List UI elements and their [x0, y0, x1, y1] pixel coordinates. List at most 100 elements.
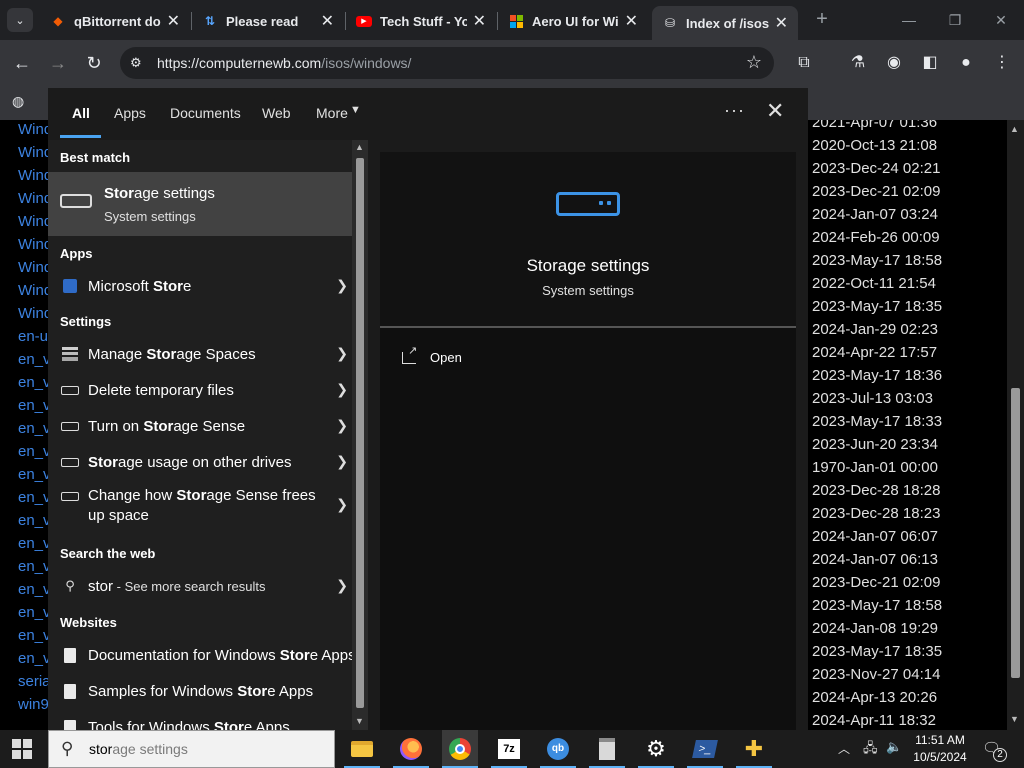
filter-documents[interactable]: Documents	[170, 105, 241, 121]
globe-bookmark-icon[interactable]: ◍	[12, 93, 24, 110]
file-link[interactable]: en_v	[18, 601, 48, 624]
file-link[interactable]: en_v	[18, 486, 48, 509]
chevron-right-icon[interactable]: ❯	[336, 345, 348, 362]
minimize-button[interactable]: —	[894, 8, 924, 32]
tab-qbittorrent[interactable]: ◆ qBittorrent do ✕	[40, 6, 190, 36]
result-website-samples[interactable]: Samples for Windows Store Apps	[48, 673, 352, 709]
start-button[interactable]	[12, 739, 32, 759]
filter-apps[interactable]: Apps	[114, 105, 146, 121]
best-match-item[interactable]: Storage settings System settings	[48, 172, 352, 236]
volume-icon[interactable]: 🔈	[886, 739, 902, 755]
site-info-icon[interactable]: ⚙	[130, 55, 146, 71]
profile-sync-icon[interactable]: ◉	[882, 51, 906, 75]
scrollbar-thumb[interactable]	[1011, 388, 1020, 678]
forward-button[interactable]: →	[46, 51, 70, 75]
close-search-button[interactable]: ✕	[766, 100, 784, 122]
chevron-right-icon[interactable]: ❯	[336, 496, 348, 513]
7zip-icon[interactable]: 7z	[491, 735, 527, 768]
taskbar-search-box[interactable]: ⚲ storage settings	[48, 730, 335, 768]
chevron-right-icon[interactable]: ❯	[336, 277, 348, 294]
clock-time[interactable]: 11:51 AM	[903, 733, 977, 747]
file-link[interactable]: Wind	[18, 279, 48, 302]
close-icon[interactable]: ✕	[321, 11, 334, 31]
extensions-icon[interactable]: ⧉	[792, 51, 816, 75]
powershell-icon[interactable]: >_	[687, 735, 723, 768]
scroll-down-arrow-icon[interactable]: ▼	[1010, 714, 1019, 724]
results-scrollbar[interactable]: ▲ ▼	[352, 140, 368, 730]
settings-gear-icon[interactable]: ⚙	[638, 735, 674, 768]
side-panel-icon[interactable]: ◧	[918, 51, 942, 75]
scrollbar-thumb[interactable]	[356, 158, 364, 708]
result-change-storage-sense[interactable]: Change how Storage Sense frees up space ❯	[48, 480, 352, 532]
chevron-right-icon[interactable]: ❯	[336, 417, 348, 434]
open-action-button[interactable]: Open	[402, 344, 462, 365]
file-link[interactable]: seria	[18, 670, 48, 693]
scroll-up-arrow-icon[interactable]: ▲	[1010, 124, 1019, 134]
qbittorrent-icon[interactable]: qb	[540, 735, 576, 768]
file-link[interactable]: en_v	[18, 440, 48, 463]
file-link[interactable]: en_v	[18, 394, 48, 417]
file-link[interactable]: Wind	[18, 210, 48, 233]
close-icon[interactable]: ✕	[625, 11, 638, 31]
chevron-up-icon[interactable]: ︿	[838, 740, 850, 757]
url-text[interactable]: https://computernewb.com/isos/windows/	[157, 55, 411, 71]
puzzle-app-icon[interactable]: ✚	[736, 735, 772, 768]
result-storage-usage-other-drives[interactable]: Storage usage on other drives ❯	[48, 444, 352, 480]
lab-flask-icon[interactable]: ⚗	[846, 51, 870, 75]
filter-all[interactable]: All	[72, 105, 90, 121]
file-link[interactable]: Wind	[18, 164, 48, 187]
search-input[interactable]: storage settings	[89, 741, 188, 757]
tab-aero-ui[interactable]: Aero UI for Wi ✕	[498, 6, 648, 36]
chrome-icon[interactable]	[442, 735, 478, 768]
filter-more[interactable]: More	[316, 105, 348, 121]
close-icon[interactable]: ✕	[167, 11, 180, 31]
close-icon[interactable]: ✕	[775, 13, 788, 33]
account-avatar-icon[interactable]: ●	[954, 51, 978, 75]
result-website-documentation[interactable]: Documentation for Windows Store Apps	[48, 637, 352, 673]
file-link[interactable]: en_v	[18, 348, 48, 371]
close-window-button[interactable]: ✕	[986, 8, 1016, 32]
file-link[interactable]: en_v	[18, 532, 48, 555]
bookmark-star-icon[interactable]: ☆	[746, 52, 762, 73]
scroll-down-arrow-icon[interactable]: ▼	[355, 716, 364, 726]
chevron-right-icon[interactable]: ❯	[336, 381, 348, 398]
tab-search-button[interactable]: ⌄	[7, 8, 33, 32]
tab-index-of-isos[interactable]: ⛁ Index of /isos/v ✕	[652, 6, 798, 40]
tab-please-read[interactable]: ⇅ Please read ✕	[192, 6, 344, 36]
clock-date[interactable]: 10/5/2024	[903, 750, 977, 764]
reload-button[interactable]: ↻	[82, 51, 106, 75]
file-link[interactable]: Wind	[18, 120, 48, 141]
file-link[interactable]: Wind	[18, 187, 48, 210]
file-link[interactable]: Wind	[18, 302, 48, 325]
filter-web[interactable]: Web	[262, 105, 291, 121]
result-manage-storage-spaces[interactable]: Manage Storage Spaces ❯	[48, 336, 352, 372]
scroll-up-arrow-icon[interactable]: ▲	[355, 142, 364, 152]
file-link[interactable]: en_v	[18, 371, 48, 394]
file-explorer-icon[interactable]	[344, 735, 380, 768]
file-link[interactable]: en-u	[18, 325, 48, 348]
file-link[interactable]: Wind	[18, 141, 48, 164]
chevron-right-icon[interactable]: ❯	[336, 453, 348, 470]
file-link[interactable]: en_v	[18, 417, 48, 440]
chevron-right-icon[interactable]: ❯	[336, 577, 348, 594]
file-link[interactable]: Wind	[18, 256, 48, 279]
address-bar[interactable]: ⚙ https://computernewb.com/isos/windows/…	[120, 47, 774, 79]
restore-button[interactable]: ❐	[940, 8, 970, 32]
back-button[interactable]: ←	[10, 51, 34, 75]
result-delete-temporary-files[interactable]: Delete temporary files ❯	[48, 372, 352, 408]
file-link[interactable]: en_v	[18, 647, 48, 670]
notepad-icon[interactable]	[589, 735, 625, 768]
result-microsoft-store[interactable]: Microsoft Store ❯	[48, 268, 352, 304]
close-icon[interactable]: ✕	[473, 11, 486, 31]
file-link[interactable]: en_v	[18, 578, 48, 601]
file-link[interactable]: en_v	[18, 624, 48, 647]
network-icon[interactable]: 🖧	[863, 739, 878, 761]
result-web-search[interactable]: ⚲ stor - See more search results ❯	[48, 568, 352, 604]
new-tab-button[interactable]: +	[810, 8, 834, 32]
file-link[interactable]: en_v	[18, 509, 48, 532]
result-turn-on-storage-sense[interactable]: Turn on Storage Sense ❯	[48, 408, 352, 444]
file-link[interactable]: en_v	[18, 463, 48, 486]
tab-tech-stuff[interactable]: ▶ Tech Stuff - Yo ✕	[346, 6, 496, 36]
menu-kebab-icon[interactable]: ⋮	[990, 51, 1014, 75]
file-link[interactable]: win9	[18, 693, 48, 716]
